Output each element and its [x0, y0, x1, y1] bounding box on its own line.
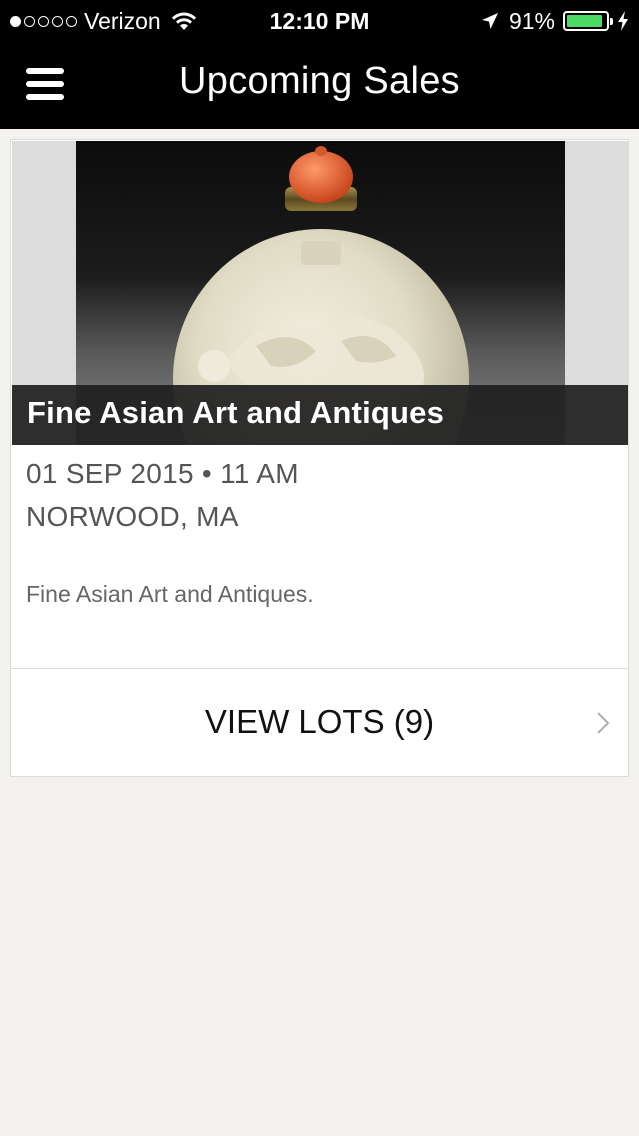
battery-percent: 91% — [508, 7, 555, 34]
status-bar: Verizon 12:10 PM 91% — [0, 0, 639, 42]
location-arrow-icon — [481, 13, 498, 29]
battery-tip — [610, 18, 613, 25]
sale-description: Fine Asian Art and Antiques. — [26, 581, 314, 607]
view-lots-label: VIEW LOTS (9) — [204, 703, 435, 740]
battery-icon — [563, 11, 613, 31]
sale-date-time: 01 SEP 2015 • 11 AM — [26, 458, 299, 489]
navigation-bar: Upcoming Sales — [0, 42, 639, 129]
sale-title: Fine Asian Art and Antiques — [27, 395, 445, 430]
view-lots-button[interactable]: VIEW LOTS (9) — [11, 669, 628, 776]
battery-group: 91% — [481, 8, 629, 34]
sale-card[interactable]: Fine Asian Art and Antiques 01 SEP 2015 … — [10, 139, 629, 777]
charging-bolt-icon — [618, 11, 628, 31]
sale-title-overlay: Fine Asian Art and Antiques — [12, 385, 628, 445]
battery-level — [567, 15, 602, 27]
chevron-right-icon — [597, 712, 610, 734]
page-title: Upcoming Sales — [179, 60, 460, 102]
sale-location: NORWOOD, MA — [26, 501, 239, 532]
